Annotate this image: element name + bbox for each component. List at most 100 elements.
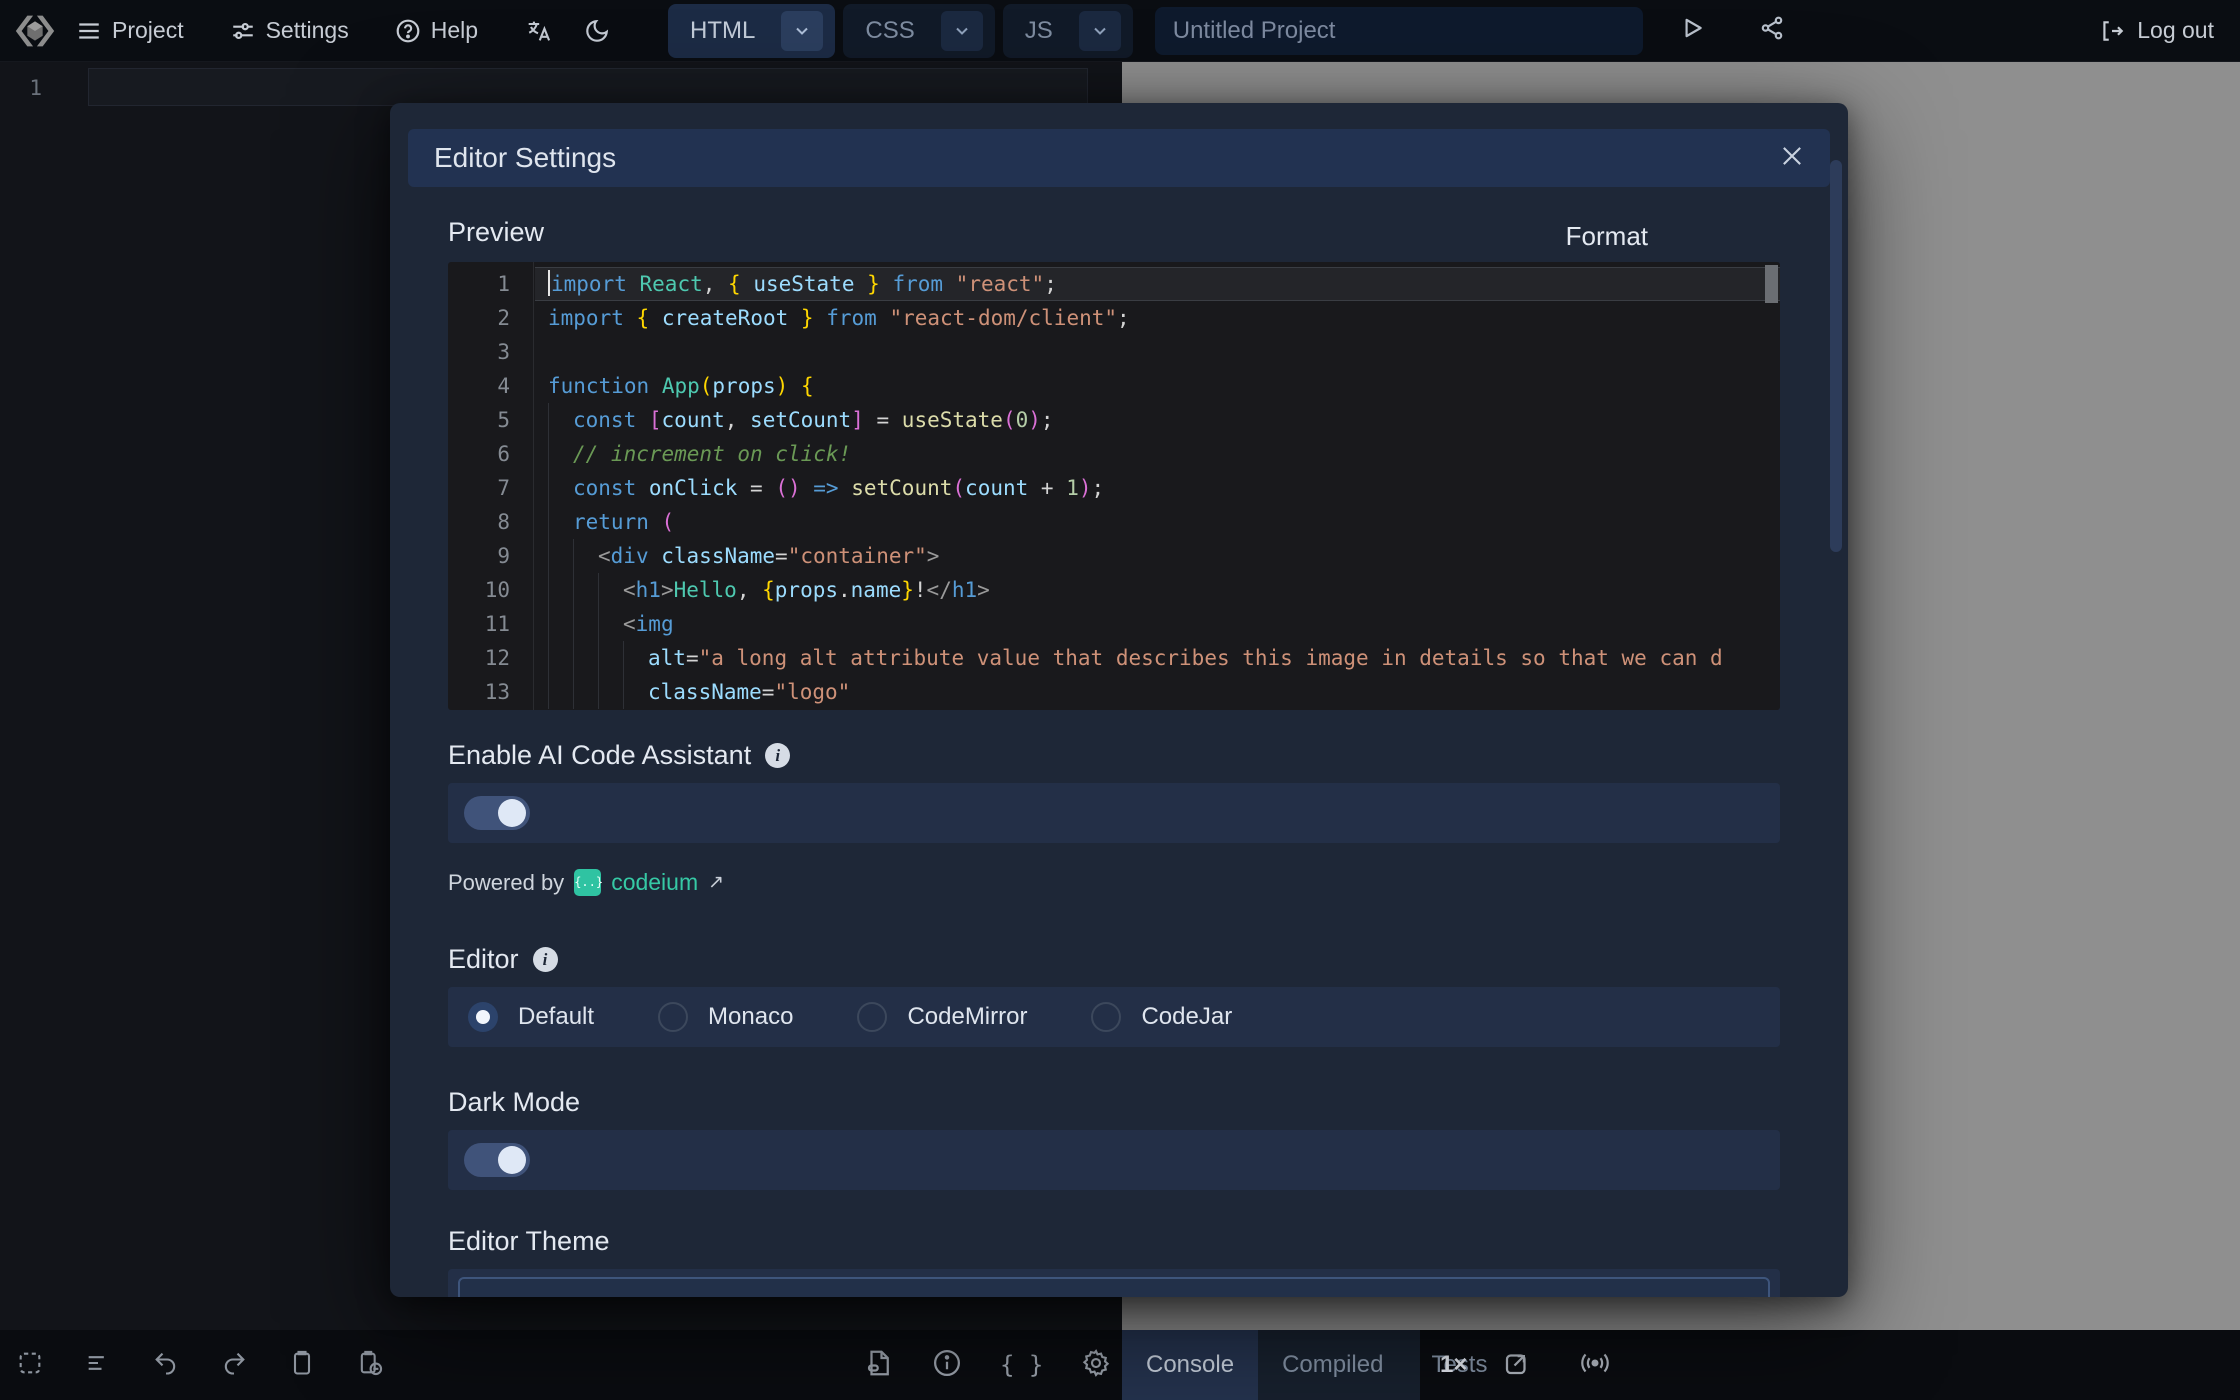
ai-info-icon[interactable]: i	[765, 743, 790, 768]
help-icon	[395, 18, 421, 44]
radio-default-label: Default	[518, 1003, 594, 1031]
tab-js-menu-button[interactable]	[1079, 11, 1121, 51]
powered-by: Powered by {..} codeium ↗	[448, 869, 1780, 896]
format-button[interactable]: Format	[1566, 221, 1648, 252]
app-logo-icon[interactable]	[12, 8, 58, 54]
radio-default[interactable]: Default	[468, 1002, 594, 1032]
translate-icon	[524, 17, 552, 45]
menu-help[interactable]: Help	[395, 17, 478, 44]
radio-circle	[468, 1002, 498, 1032]
open-preview-window-button[interactable]	[1502, 1348, 1532, 1383]
tab-compiled[interactable]: Compiled	[1258, 1330, 1407, 1400]
modal-scrollbar[interactable]	[1830, 160, 1842, 552]
line-number: 1	[18, 70, 42, 106]
run-button[interactable]	[1679, 15, 1705, 46]
menu-help-label: Help	[431, 17, 478, 44]
redo-icon	[220, 1349, 248, 1377]
tab-html-label: HTML	[690, 17, 755, 45]
editor-choice-row: Default Monaco CodeMirror CodeJar	[448, 987, 1780, 1047]
info-button[interactable]	[932, 1348, 962, 1383]
radio-codemirror-label: CodeMirror	[907, 1003, 1027, 1031]
project-name-input[interactable]	[1155, 7, 1643, 55]
menu-settings[interactable]: Settings	[230, 17, 349, 44]
live-broadcast-button[interactable]	[1578, 1348, 1612, 1383]
editor-settings-button[interactable]	[1081, 1348, 1111, 1383]
code-line: 12alt="a long alt attribute value that d…	[448, 641, 1780, 675]
code-preview[interactable]: 1import React, { useState } from "react"…	[448, 262, 1780, 710]
clipboard-icon	[288, 1349, 316, 1377]
hamburger-icon	[76, 18, 102, 44]
tab-js[interactable]: JS	[1003, 4, 1133, 58]
menu-settings-label: Settings	[266, 17, 349, 44]
dark-mode-heading: Dark Mode	[448, 1087, 1780, 1118]
code-line: 7const onClick = () => setCount(count + …	[448, 471, 1780, 505]
line-number: 5	[448, 403, 510, 437]
logout-button[interactable]: Log out	[2099, 17, 2214, 44]
format-code-button[interactable]	[84, 1349, 112, 1382]
share-icon	[1759, 15, 1785, 41]
select-all-button[interactable]	[16, 1349, 44, 1382]
code-line: 13className="logo"	[448, 675, 1780, 709]
braces-button[interactable]: { }	[1000, 1351, 1043, 1379]
code-scrollbar[interactable]	[1765, 265, 1778, 303]
dark-mode-toggle[interactable]	[464, 1143, 530, 1177]
tab-console[interactable]: Console	[1122, 1330, 1258, 1400]
close-dialog-button[interactable]	[1778, 142, 1806, 175]
info-icon	[932, 1348, 962, 1378]
ai-assistant-toggle[interactable]	[464, 796, 530, 830]
editor-settings-dialog: Editor Settings Format Preview 1import R…	[390, 103, 1848, 1297]
line-number: 13	[448, 675, 510, 709]
radio-circle	[1091, 1002, 1121, 1032]
radio-monaco-label: Monaco	[708, 1003, 793, 1031]
radio-codemirror[interactable]: CodeMirror	[857, 1002, 1027, 1032]
top-toolbar: Project Settings Help HTML CSS	[0, 0, 2240, 62]
code-line: 4function App(props) {	[448, 369, 1780, 403]
redo-button[interactable]	[220, 1349, 248, 1382]
tab-css-label: CSS	[865, 17, 914, 45]
dialog-header: Editor Settings	[408, 129, 1830, 187]
line-number: 8	[448, 505, 510, 539]
tab-html-menu-button[interactable]	[781, 11, 823, 51]
tab-js-label: JS	[1025, 17, 1053, 45]
text-cursor	[548, 270, 550, 296]
code-line: 2import { createRoot } from "react-dom/c…	[448, 301, 1780, 335]
undo-button[interactable]	[152, 1349, 180, 1382]
tab-html[interactable]: HTML	[668, 4, 835, 58]
code-line: 11<img	[448, 607, 1780, 641]
chevron-down-icon	[952, 21, 972, 41]
editor-theme-heading: Editor Theme	[448, 1226, 1780, 1257]
radio-monaco[interactable]: Monaco	[658, 1002, 793, 1032]
radio-circle	[658, 1002, 688, 1032]
selection-icon	[16, 1349, 44, 1377]
line-number: 12	[448, 641, 510, 675]
editor-theme-select[interactable]	[458, 1277, 1770, 1297]
chevron-down-icon	[1090, 21, 1110, 41]
undo-icon	[152, 1349, 180, 1377]
line-number: 1	[448, 267, 510, 301]
radio-codejar[interactable]: CodeJar	[1091, 1002, 1232, 1032]
menu-project[interactable]: Project	[76, 17, 184, 44]
zoom-level[interactable]: 1×	[1440, 1351, 1467, 1379]
translate-button[interactable]	[524, 17, 552, 45]
paste-button[interactable]	[356, 1349, 384, 1382]
clipboard-minus-icon	[356, 1349, 384, 1377]
editor-info-icon[interactable]: i	[533, 947, 558, 972]
code-line: 6// increment on click!	[448, 437, 1780, 471]
moon-icon	[584, 18, 610, 44]
tab-css[interactable]: CSS	[843, 4, 994, 58]
code-line: 1import React, { useState } from "react"…	[448, 267, 1780, 301]
tab-css-menu-button[interactable]	[941, 11, 983, 51]
line-number: 4	[448, 369, 510, 403]
console-tab-bar: Console Compiled Tests	[1122, 1330, 1420, 1400]
broadcast-icon	[1578, 1348, 1612, 1378]
file-link-button[interactable]	[864, 1348, 894, 1383]
copy-button[interactable]	[288, 1349, 316, 1382]
logout-icon	[2099, 18, 2125, 44]
code-line: 5const [count, setCount] = useState(0);	[448, 403, 1780, 437]
codeium-link[interactable]: codeium	[611, 869, 698, 896]
close-icon	[1778, 142, 1806, 170]
dark-mode-button[interactable]	[584, 18, 610, 44]
share-button[interactable]	[1759, 15, 1785, 46]
line-number: 2	[448, 301, 510, 335]
code-line: 8return (	[448, 505, 1780, 539]
